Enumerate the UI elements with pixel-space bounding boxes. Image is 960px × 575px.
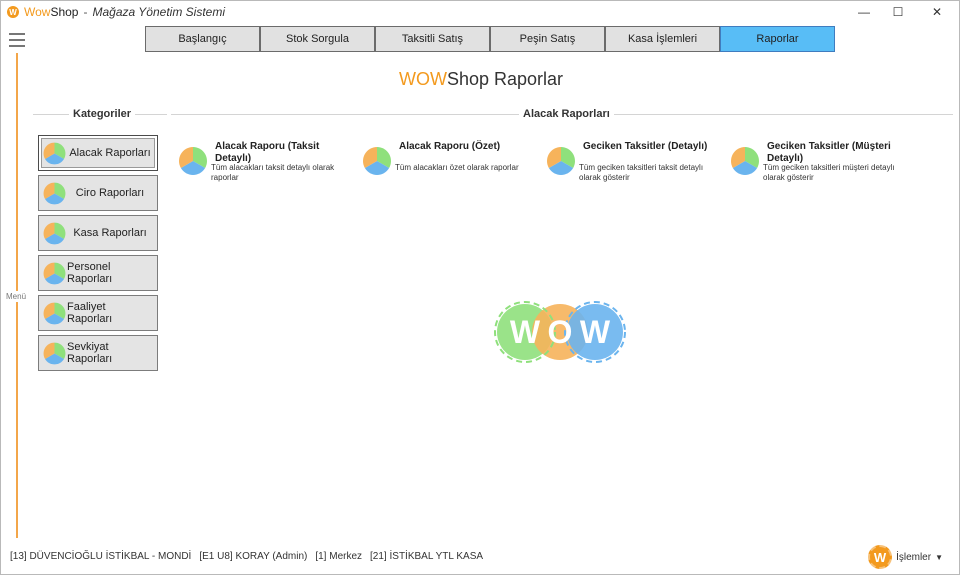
pie-chart-icon: [43, 302, 66, 325]
category-list: Alacak Raporları Ciro Raporları Kasa Rap…: [38, 135, 158, 375]
report-title: Alacak Raporu (Taksit Detaylı): [215, 141, 320, 164]
minimize-button[interactable]: —: [847, 1, 881, 23]
window-subtitle: Mağaza Yönetim Sistemi: [92, 5, 225, 19]
side-menu-label[interactable]: Menü: [6, 291, 27, 302]
pie-chart-icon: [43, 262, 66, 285]
title-separator: -: [83, 5, 88, 19]
tab-stok-sorgula[interactable]: Stok Sorgula: [260, 26, 375, 52]
report-title: Geciken Taksitler (Detaylı): [583, 141, 708, 152]
maximize-button[interactable]: ☐: [881, 1, 915, 23]
pie-chart-icon: [363, 147, 391, 175]
chevron-down-icon: ▼: [935, 552, 943, 562]
report-alacak-ozet[interactable]: Alacak Raporu (Özet) Tüm alacakları özet…: [355, 139, 535, 189]
category-label: Sevkiyat Raporları: [67, 341, 113, 365]
report-description: Tüm geciken taksitleri müşteri detaylı o…: [763, 163, 895, 182]
window-controls: — ☐ ✕: [847, 1, 959, 23]
reports-heading: Alacak Raporları: [519, 108, 614, 120]
category-label: Alacak Raporları: [69, 147, 151, 159]
tab-pesin-satis[interactable]: Peşin Satış: [490, 26, 605, 52]
wow-logo: W O W: [494, 301, 626, 363]
category-kasa-raporlari[interactable]: Kasa Raporları: [38, 215, 158, 251]
pie-chart-icon: [179, 147, 207, 175]
actions-label: İşlemler: [896, 551, 932, 563]
status-user: [E1 U8] KORAY (Admin): [199, 551, 308, 562]
status-bar: [13] DÜVENCİOĞLU İSTİKBAL - MONDİ [E1 U8…: [10, 551, 483, 562]
status-store: [13] DÜVENCİOĞLU İSTİKBAL - MONDİ: [10, 551, 192, 562]
pie-chart-icon: [43, 222, 66, 245]
pie-chart-icon: [43, 142, 66, 165]
page-title: WOWShop Raporlar: [1, 69, 960, 90]
category-label: Ciro Raporları: [75, 187, 145, 199]
categories-heading: Kategoriler: [69, 108, 136, 120]
report-description: Tüm geciken taksitleri taksit detaylı ol…: [579, 163, 704, 182]
close-button[interactable]: ✕: [915, 1, 959, 23]
brand-suffix: Shop: [50, 5, 79, 19]
tab-taksitli-satis[interactable]: Taksitli Satış: [375, 26, 490, 52]
category-label: Personel Raporları: [67, 261, 113, 285]
logo-letter-w1: W: [510, 314, 541, 350]
category-alacak-raporlari[interactable]: Alacak Raporları: [38, 135, 158, 171]
category-faaliyet-raporlari[interactable]: Faaliyet Raporları: [38, 295, 158, 331]
reports-header: Alacak Raporları: [171, 108, 953, 120]
pie-chart-icon: [43, 342, 66, 365]
brand-prefix: Wow: [24, 5, 51, 19]
logo-letter-o: O: [548, 314, 573, 350]
report-description: Tüm alacakları taksit detaylı olarak rap…: [211, 163, 335, 182]
actions-badge-icon: W: [868, 545, 893, 569]
tab-raporlar[interactable]: Raporlar: [720, 26, 835, 52]
page-title-suffix: Shop Raporlar: [446, 69, 564, 89]
category-ciro-raporlari[interactable]: Ciro Raporları: [38, 175, 158, 211]
report-alacak-taksit-detayli[interactable]: Alacak Raporu (Taksit Detaylı) Tüm alaca…: [171, 139, 351, 189]
pie-chart-icon: [547, 147, 575, 175]
title-bar: W WowShop - Mağaza Yönetim Sistemi — ☐ ✕: [1, 1, 959, 23]
report-geciken-taksitler-detayli[interactable]: Geciken Taksitler (Detaylı) Tüm geciken …: [539, 139, 719, 189]
main-tabs: Başlangıç Stok Sorgula Taksitli Satış Pe…: [145, 26, 835, 52]
category-label: Faaliyet Raporları: [67, 301, 113, 325]
category-label: Kasa Raporları: [73, 227, 147, 239]
tab-kasa-islemleri[interactable]: Kasa İşlemleri: [605, 26, 720, 52]
category-personel-raporlari[interactable]: Personel Raporları: [38, 255, 158, 291]
report-geciken-taksitler-musteri[interactable]: Geciken Taksitler (Müşteri Detaylı) Tüm …: [723, 139, 903, 189]
actions-menu-button[interactable]: W İşlemler ▼: [868, 545, 943, 569]
report-description: Tüm alacakları özet olarak raporlar: [395, 163, 519, 172]
status-branch: [1] Merkez: [315, 551, 363, 562]
app-window: W WowShop - Mağaza Yönetim Sistemi — ☐ ✕…: [0, 0, 960, 575]
tab-baslangic[interactable]: Başlangıç: [145, 26, 260, 52]
status-register: [21] İSTİKBAL YTL KASA: [370, 551, 484, 562]
logo-letter-w2: W: [580, 314, 611, 350]
page-title-prefix: WOW: [398, 69, 447, 89]
app-brand: WowShop: [24, 5, 78, 19]
category-sevkiyat-raporlari[interactable]: Sevkiyat Raporları: [38, 335, 158, 371]
categories-header: Kategoriler: [33, 108, 167, 120]
report-title: Geciken Taksitler (Müşteri Detaylı): [767, 141, 891, 164]
pie-chart-icon: [731, 147, 759, 175]
pie-chart-icon: [43, 182, 66, 205]
report-title: Alacak Raporu (Özet): [399, 141, 501, 152]
app-logo-icon: W: [7, 6, 19, 18]
hamburger-menu-icon[interactable]: [9, 33, 25, 47]
